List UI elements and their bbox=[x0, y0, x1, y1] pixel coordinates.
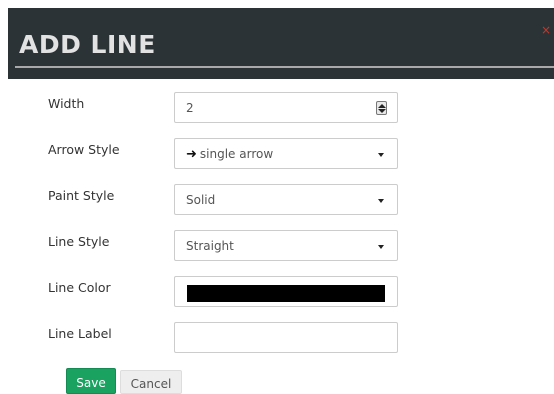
line-style-select[interactable]: Straight bbox=[174, 230, 398, 261]
paint-style-label: Paint Style bbox=[48, 188, 115, 203]
width-input[interactable]: 2 bbox=[174, 92, 398, 123]
paint-style-select[interactable]: Solid bbox=[174, 184, 398, 215]
arrow-style-value: ➜ single arrow bbox=[186, 147, 273, 162]
chevron-down-icon bbox=[378, 199, 384, 203]
arrow-style-select[interactable]: ➜ single arrow bbox=[174, 138, 398, 169]
width-label: Width bbox=[48, 96, 85, 111]
dialog-title: ADD LINE bbox=[19, 30, 156, 59]
right-arrow-icon: ➜ bbox=[186, 147, 197, 162]
line-label-input[interactable] bbox=[174, 322, 398, 353]
add-line-dialog: ADD LINE × Width 2 Arrow Style ➜ single a… bbox=[0, 0, 554, 394]
arrow-style-text: single arrow bbox=[199, 147, 274, 161]
width-value: 2 bbox=[186, 101, 194, 115]
dialog-header: ADD LINE × bbox=[8, 8, 554, 79]
close-icon[interactable]: × bbox=[541, 24, 551, 36]
save-button[interactable]: Save bbox=[66, 368, 116, 394]
color-swatch[interactable] bbox=[187, 285, 385, 302]
line-color-picker[interactable] bbox=[174, 276, 398, 307]
chevron-down-icon bbox=[378, 245, 384, 249]
paint-style-value: Solid bbox=[186, 193, 216, 207]
line-label-label: Line Label bbox=[48, 326, 112, 341]
cancel-button[interactable]: Cancel bbox=[120, 370, 182, 394]
line-color-label: Line Color bbox=[48, 280, 111, 295]
spinner-icon[interactable] bbox=[376, 101, 387, 115]
line-style-value: Straight bbox=[186, 239, 234, 253]
line-style-label: Line Style bbox=[48, 234, 110, 249]
arrow-style-label: Arrow Style bbox=[48, 142, 120, 157]
chevron-down-icon bbox=[378, 153, 384, 157]
title-underline bbox=[15, 66, 554, 68]
